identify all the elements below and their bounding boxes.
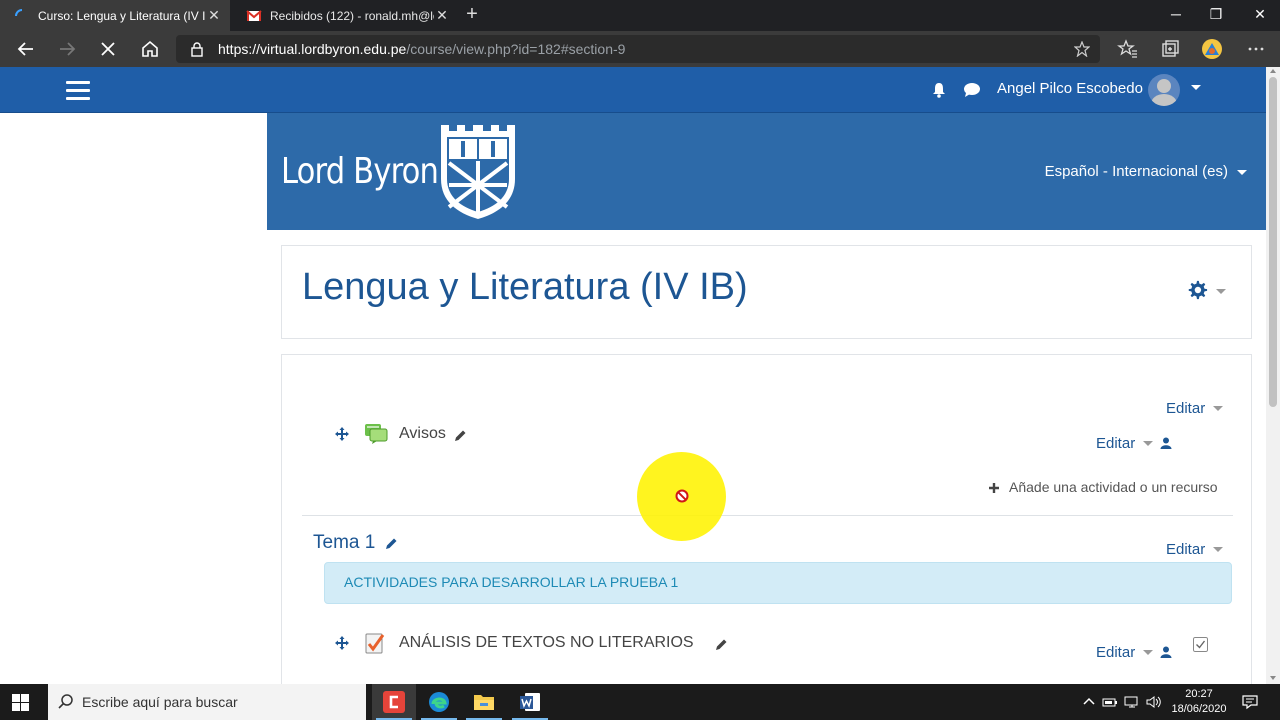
section0-edit-link[interactable]: Editar <box>1166 400 1205 417</box>
address-toolbar: https://virtual.lordbyron.edu.pe/course/… <box>0 31 1280 67</box>
section1-edit-link[interactable]: Editar <box>1166 541 1205 558</box>
profile-icon[interactable] <box>1200 37 1224 61</box>
browser-tab-bar: Curso: Lengua y Literatura (IV IB) ✕ Rec… <box>0 0 1280 31</box>
course-content-card: Editar Avisos Editar Añade una actividad… <box>281 354 1252 694</box>
system-clock[interactable]: 20:27 18/06/2020 <box>1170 687 1228 717</box>
favorites-icon[interactable] <box>1116 37 1140 61</box>
page-title: Lengua y Literatura (IV IB) <box>302 266 748 308</box>
user-icon[interactable] <box>1160 646 1172 658</box>
url-bar[interactable]: https://virtual.lordbyron.edu.pe/course/… <box>176 35 1100 63</box>
activity-edit-link[interactable]: Editar <box>1096 644 1135 661</box>
course-header-card: Lengua y Literatura (IV IB) <box>281 245 1252 339</box>
activity-analisis-link[interactable]: ANÁLISIS DE TEXTOS NO LITERARIOS <box>399 634 694 652</box>
activity-edit-caret-icon[interactable] <box>1143 650 1153 655</box>
language-selector[interactable]: Español - Internacional (es) <box>1045 163 1228 180</box>
url-host: https://virtual.lordbyron.edu.pe <box>218 41 407 57</box>
word-icon[interactable] <box>508 684 552 720</box>
gear-caret-icon[interactable] <box>1216 289 1226 294</box>
site-logo-text[interactable]: Lord Byron <box>281 151 439 192</box>
tray-chevron-up-icon[interactable] <box>1083 696 1095 706</box>
assignment-icon <box>365 633 385 654</box>
crest-shield-icon <box>441 125 515 219</box>
section-label: ACTIVIDADES PARA DESARROLLAR LA PRUEBA 1 <box>324 562 1232 604</box>
forum-icon <box>365 424 388 444</box>
section0-edit-caret-icon[interactable] <box>1213 406 1223 411</box>
chat-icon[interactable] <box>963 82 981 98</box>
app-c-icon[interactable] <box>372 684 416 720</box>
forward-icon[interactable] <box>55 37 79 61</box>
not-allowed-cursor-icon <box>675 489 689 503</box>
tab-course[interactable]: Curso: Lengua y Literatura (IV IB) ✕ <box>0 0 230 31</box>
activity-avisos-link[interactable]: Avisos <box>399 425 446 443</box>
section1-title[interactable]: Tema 1 <box>313 532 375 554</box>
activity-edit-caret-icon[interactable] <box>1143 441 1153 446</box>
more-icon[interactable] <box>1244 37 1268 61</box>
move-icon[interactable] <box>335 427 349 441</box>
favorite-star-icon[interactable] <box>1074 41 1090 57</box>
url-text: https://virtual.lordbyron.edu.pe/course/… <box>218 41 625 57</box>
tab-close-icon[interactable]: ✕ <box>434 7 450 24</box>
tab-gmail[interactable]: Recibidos (122) - ronald.mh@lor ✕ <box>232 0 458 31</box>
menu-icon[interactable] <box>66 81 90 100</box>
user-menu-caret-icon[interactable] <box>1191 85 1201 90</box>
gmail-icon <box>246 9 262 21</box>
page-scrollbar[interactable] <box>1266 67 1280 684</box>
clock-date: 18/06/2020 <box>1171 703 1227 715</box>
activity-edit-link[interactable]: Editar <box>1096 435 1135 452</box>
completion-checkbox-icon[interactable] <box>1193 637 1208 652</box>
maximize-button[interactable]: ❐ <box>1196 0 1236 31</box>
language-caret-icon[interactable] <box>1237 170 1247 175</box>
taskbar-search[interactable]: Escribe aquí para buscar <box>48 684 366 720</box>
section1-edit-caret-icon[interactable] <box>1213 547 1223 552</box>
file-explorer-icon[interactable] <box>462 684 506 720</box>
pencil-icon[interactable] <box>714 638 728 652</box>
loading-spinner-icon <box>15 8 23 16</box>
move-icon[interactable] <box>335 636 349 650</box>
scrollbar-thumb[interactable] <box>1269 77 1277 407</box>
new-tab-button[interactable]: + <box>462 4 482 25</box>
collections-icon[interactable] <box>1158 37 1182 61</box>
plus-icon[interactable] <box>988 482 1000 494</box>
volume-icon[interactable] <box>1146 695 1162 709</box>
clock-time: 20:27 <box>1185 688 1213 700</box>
tab-close-icon[interactable]: ✕ <box>206 7 222 24</box>
tab-title: Recibidos (122) - ronald.mh@lor <box>270 8 434 23</box>
add-activity-link[interactable]: Añade una actividad o un recurso <box>1009 479 1218 495</box>
tab-title: Curso: Lengua y Literatura (IV IB) <box>38 8 206 23</box>
home-icon[interactable] <box>138 37 162 61</box>
search-icon <box>58 694 73 709</box>
url-path: /course/view.php?id=182#section-9 <box>406 41 626 57</box>
site-navbar: Angel Pilco Escobedo <box>0 67 1266 113</box>
edge-icon[interactable] <box>417 684 461 720</box>
search-placeholder: Escribe aquí para buscar <box>82 694 238 710</box>
user-name[interactable]: Angel Pilco Escobedo <box>997 80 1143 97</box>
bell-icon[interactable] <box>932 82 946 98</box>
windows-start-icon[interactable] <box>12 694 29 711</box>
back-icon[interactable] <box>14 37 38 61</box>
gear-icon[interactable] <box>1186 279 1208 301</box>
section-divider <box>302 515 1233 516</box>
user-icon[interactable] <box>1160 437 1172 449</box>
battery-icon[interactable] <box>1102 695 1118 709</box>
close-window-button[interactable]: ✕ <box>1240 0 1280 31</box>
scroll-down-icon[interactable] <box>1270 676 1276 680</box>
pencil-icon[interactable] <box>384 537 398 551</box>
network-icon[interactable] <box>1124 695 1140 709</box>
avatar-icon[interactable] <box>1148 74 1180 106</box>
notification-center-icon[interactable] <box>1242 694 1258 710</box>
site-banner: Lord Byron Español - Internacional (es) <box>267 113 1266 230</box>
minimize-button[interactable]: ─ <box>1156 0 1196 31</box>
stop-icon[interactable] <box>96 37 120 61</box>
lock-icon <box>191 42 203 57</box>
pencil-icon[interactable] <box>453 429 467 443</box>
scroll-up-icon[interactable] <box>1270 69 1276 73</box>
windows-taskbar: Escribe aquí para buscar 20:27 18/06/202… <box>0 684 1280 720</box>
